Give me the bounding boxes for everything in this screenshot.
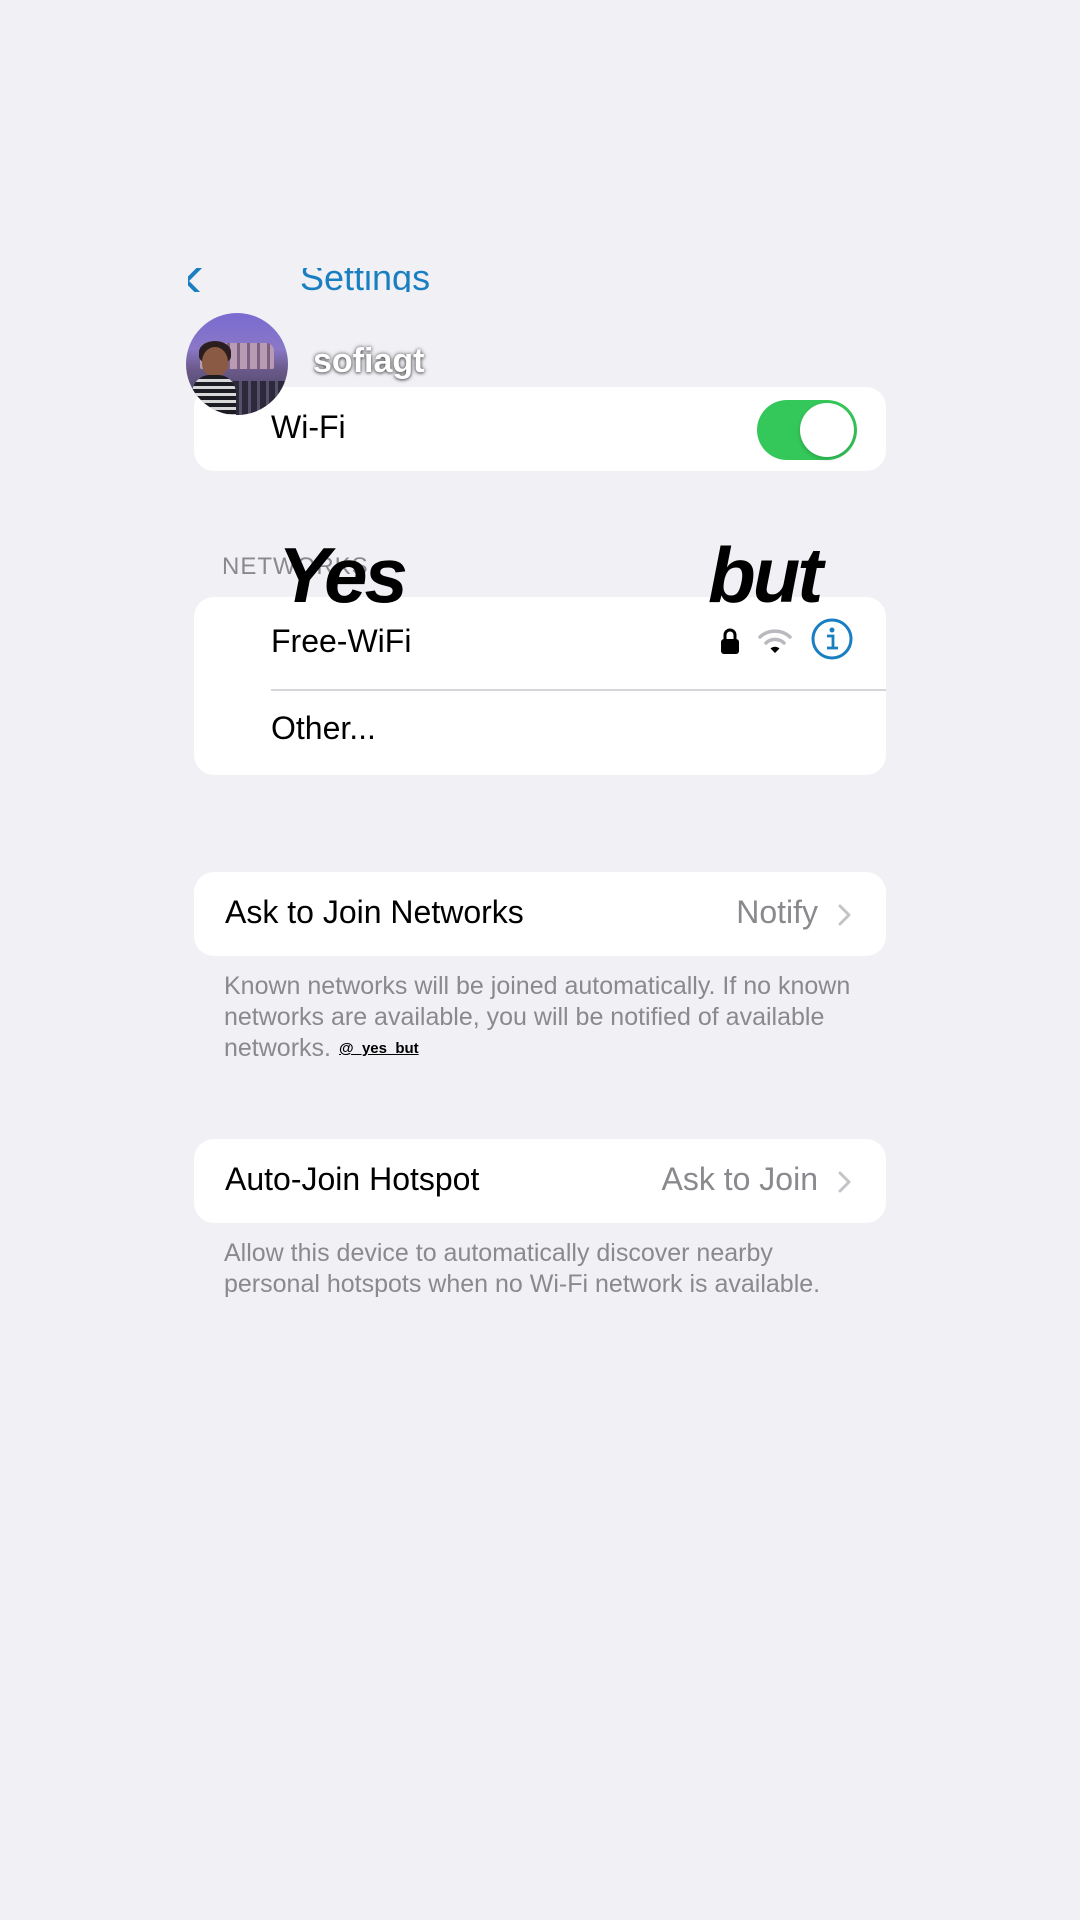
lock-icon (721, 628, 739, 654)
chevron-right-icon (838, 1171, 851, 1193)
networks-card: Free-WiFi Other... (194, 597, 886, 775)
chevron-left-icon (188, 268, 215, 292)
auto-join-label: Auto-Join Hotspot (225, 1161, 480, 1197)
wifi-card: Wi-Fi (194, 387, 886, 471)
network-name: Other... (271, 710, 376, 746)
back-button[interactable]: Settings (188, 268, 430, 292)
ask-to-join-value: Notify (736, 894, 818, 930)
auto-join-hotspot-row[interactable]: Auto-Join Hotspot Ask to Join (194, 1139, 886, 1223)
ask-to-join-row[interactable]: Ask to Join Networks Notify (194, 872, 886, 956)
watermark-text: @_yes_but (338, 1040, 419, 1057)
wifi-toggle[interactable] (757, 400, 857, 460)
auto-join-footnote: Allow this device to automatically disco… (224, 1239, 821, 1298)
back-label: Settings (300, 268, 431, 292)
ask-to-join-footnote-text: Known networks will be joined automatica… (224, 972, 851, 1062)
toggle-knob (800, 403, 854, 457)
ask-to-join-label: Ask to Join Networks (225, 894, 524, 930)
network-name: Free-WiFi (271, 623, 412, 659)
wifi-signal-icon (758, 629, 792, 653)
overlay-yes-text: Yes (278, 531, 408, 619)
username-label: sofiagt (313, 342, 425, 380)
network-row-other[interactable]: Other... (194, 686, 886, 775)
info-icon[interactable] (811, 618, 853, 660)
chevron-right-icon (838, 904, 851, 926)
avatar (186, 313, 288, 415)
auto-join-value: Ask to Join (661, 1161, 818, 1197)
overlay-but-text: but (708, 531, 823, 619)
ask-to-join-footnote: Known networks will be joined automatica… (224, 971, 864, 1067)
